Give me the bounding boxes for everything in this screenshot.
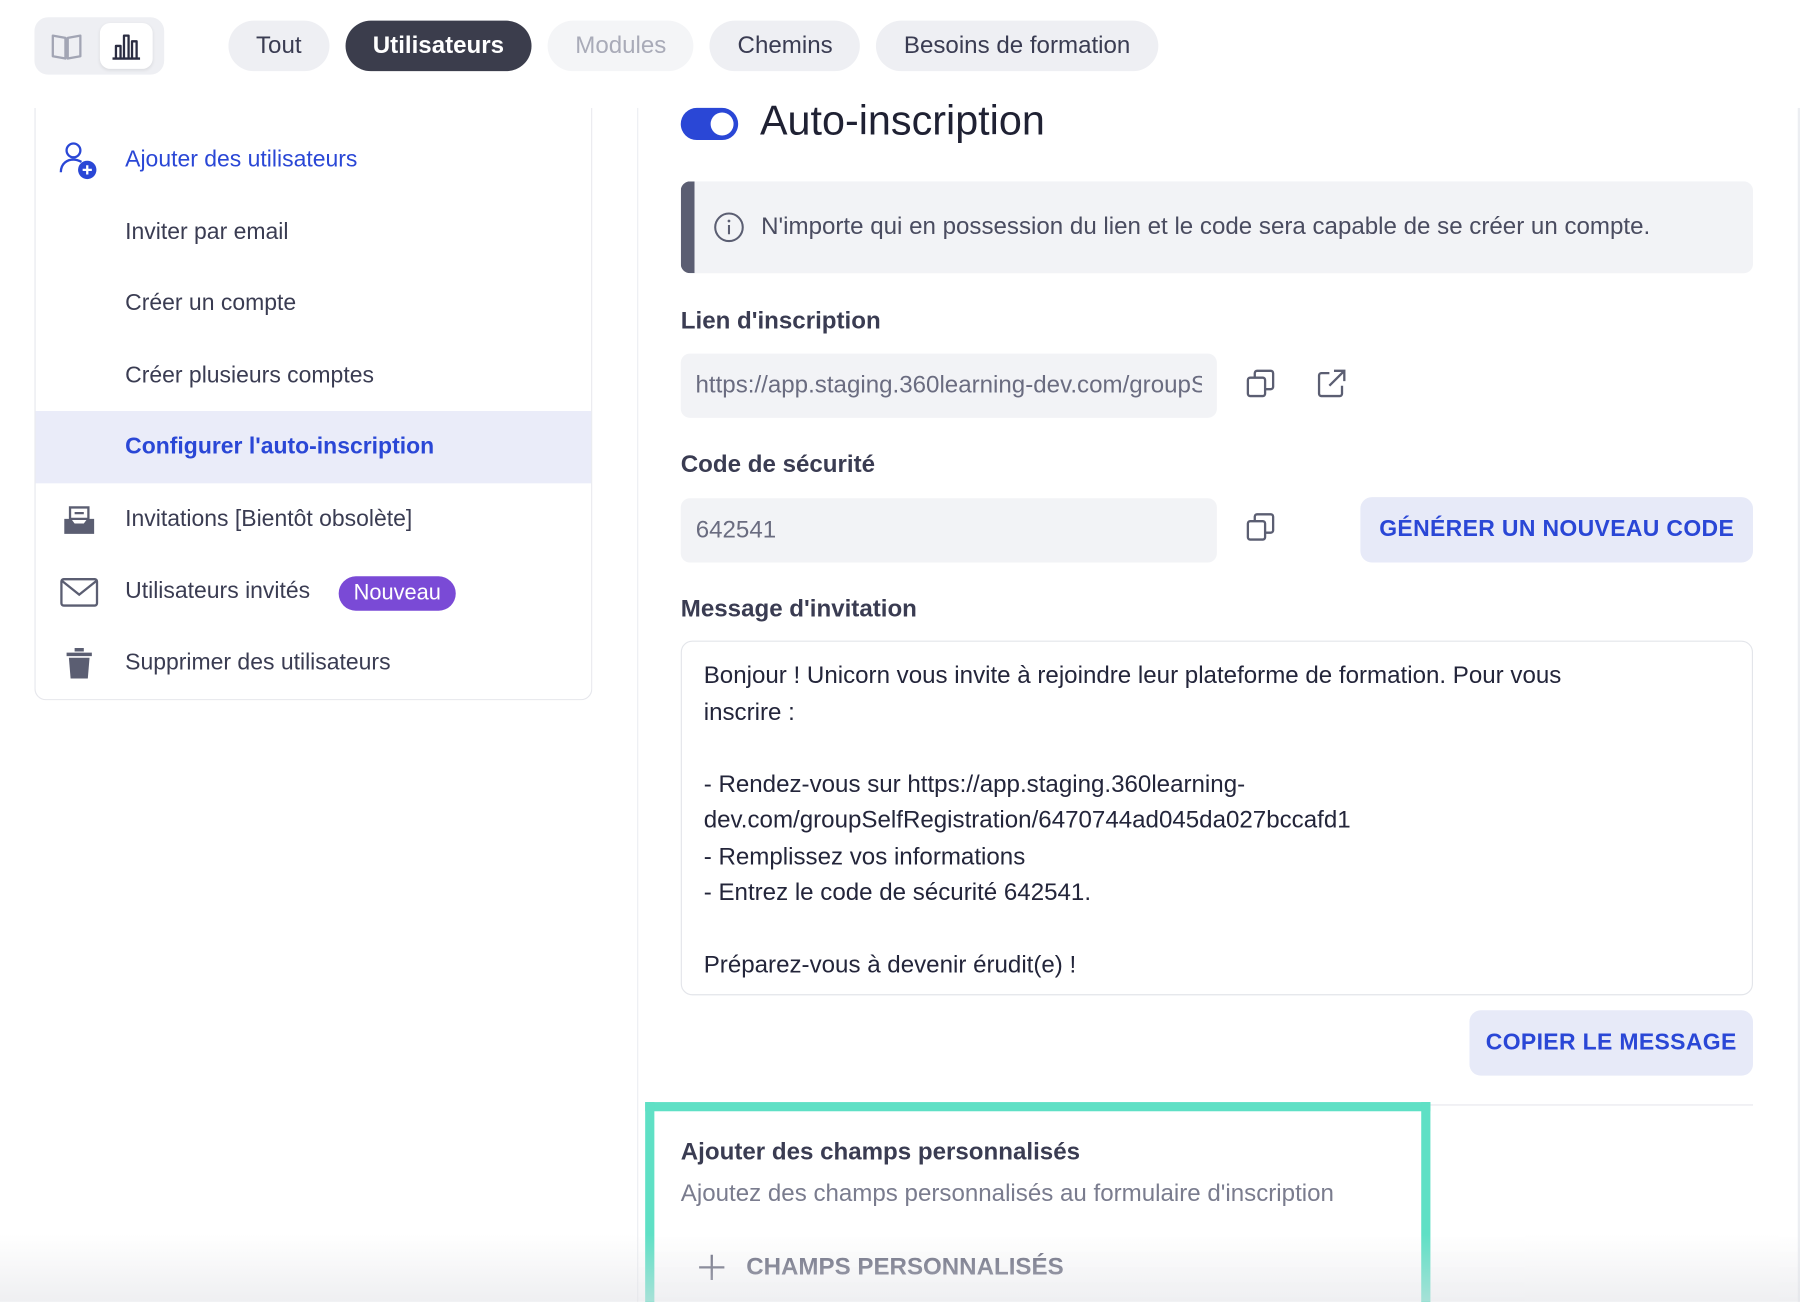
- message-line: - Remplissez vos informations: [703, 843, 1026, 870]
- page-title: Auto-inscription: [759, 96, 1045, 144]
- info-banner: N'importe qui en possession du lien et l…: [680, 181, 1753, 274]
- sidebar-item-label: Créer plusieurs comptes: [125, 362, 374, 389]
- tab-chemins[interactable]: Chemins: [710, 20, 861, 72]
- sidebar-item-label: Ajouter des utilisateurs: [125, 146, 358, 173]
- registration-link-input[interactable]: [680, 353, 1217, 418]
- invitation-message-textarea[interactable]: Bonjour ! Unicorn vous invite à rejoindr…: [680, 640, 1753, 996]
- book-icon: [51, 34, 82, 60]
- sidebar-item-label: Configurer l'auto-inscription: [125, 433, 435, 460]
- sidebar-item-self-registration[interactable]: Configurer l'auto-inscription: [35, 410, 592, 484]
- sidebar-item-create-account[interactable]: Créer un compte: [36, 267, 592, 339]
- sidebar-item-label: Inviter par email: [125, 219, 289, 245]
- bar-chart-icon: [112, 34, 141, 60]
- copy-message-button[interactable]: COPIER LE MESSAGE: [1469, 1010, 1753, 1076]
- sidebar-item-add-users[interactable]: Ajouter des utilisateurs: [36, 124, 592, 196]
- sidebar-item-delete-users[interactable]: Supprimer des utilisateurs: [36, 627, 592, 699]
- sidebar-item-label: Créer un compte: [125, 290, 297, 316]
- sidebar: Ajouter des utilisateurs Inviter par ema…: [34, 107, 593, 701]
- invitation-message-label: Message d'invitation: [680, 595, 917, 623]
- section-divider: [1423, 1104, 1753, 1106]
- copy-icon: [1246, 369, 1275, 398]
- vertical-divider: [637, 107, 639, 1302]
- sidebar-item-create-multiple-accounts[interactable]: Créer plusieurs comptes: [36, 340, 592, 412]
- trash-icon: [59, 643, 100, 684]
- tab-utilisateurs[interactable]: Utilisateurs: [345, 20, 532, 72]
- message-line: - Rendez-vous sur https://app.staging.36…: [703, 770, 1246, 798]
- message-line: Bonjour ! Unicorn vous invite à rejoindr…: [703, 662, 1562, 689]
- catalog-view-button[interactable]: [40, 23, 93, 69]
- self-registration-toggle[interactable]: [680, 107, 739, 141]
- security-code-label: Code de sécurité: [680, 451, 876, 478]
- add-user-icon: [59, 140, 100, 181]
- generate-code-button[interactable]: GÉNÉRER UN NOUVEAU CODE: [1360, 497, 1753, 563]
- message-line: Préparez-vous à devenir érudit(e) !: [703, 951, 1077, 979]
- sidebar-item-label: Invitations [Bientôt obsolète]: [125, 506, 413, 532]
- message-line: dev.com/groupSelfRegistration/6470744ad0…: [703, 807, 1351, 834]
- sidebar-item-label: Supprimer des utilisateurs: [125, 649, 391, 676]
- inbox-icon: [59, 499, 100, 540]
- info-text: N'importe qui en possession du lien et l…: [761, 213, 1651, 240]
- security-code-input[interactable]: [680, 498, 1217, 563]
- copy-link-button[interactable]: [1240, 363, 1281, 404]
- copy-icon: [1246, 513, 1275, 541]
- tab-tout[interactable]: Tout: [228, 20, 330, 72]
- highlight-frame: [645, 1102, 1431, 1302]
- sidebar-item-invited-users[interactable]: Utilisateurs invités Nouveau: [36, 556, 592, 628]
- info-icon: [714, 212, 744, 243]
- sidebar-item-invitations[interactable]: Invitations [Bientôt obsolète]: [36, 483, 592, 555]
- copy-code-button[interactable]: [1240, 506, 1281, 547]
- stats-view-button[interactable]: [99, 22, 153, 69]
- external-link-icon: [1317, 369, 1346, 398]
- envelope-icon: [59, 572, 100, 613]
- link-label: Lien d'inscription: [680, 307, 881, 335]
- message-line: inscrire :: [703, 698, 795, 725]
- sidebar-item-label: Utilisateurs invités: [125, 578, 311, 604]
- new-badge: Nouveau: [338, 576, 456, 611]
- message-line: [704, 730, 1730, 766]
- open-link-button[interactable]: [1311, 363, 1352, 404]
- tab-besoins-de-formation[interactable]: Besoins de formation: [876, 20, 1158, 72]
- view-switcher: [34, 17, 165, 75]
- page: Tout Utilisateurs Modules Chemins Besoin…: [0, 0, 1800, 1302]
- tab-modules[interactable]: Modules: [547, 20, 694, 72]
- message-line: [704, 911, 1730, 947]
- sidebar-item-invite-email[interactable]: Inviter par email: [36, 196, 592, 268]
- message-line: - Entrez le code de sécurité 642541.: [703, 879, 1092, 906]
- nav-tabs: Tout Utilisateurs Modules Chemins Besoin…: [228, 20, 1158, 72]
